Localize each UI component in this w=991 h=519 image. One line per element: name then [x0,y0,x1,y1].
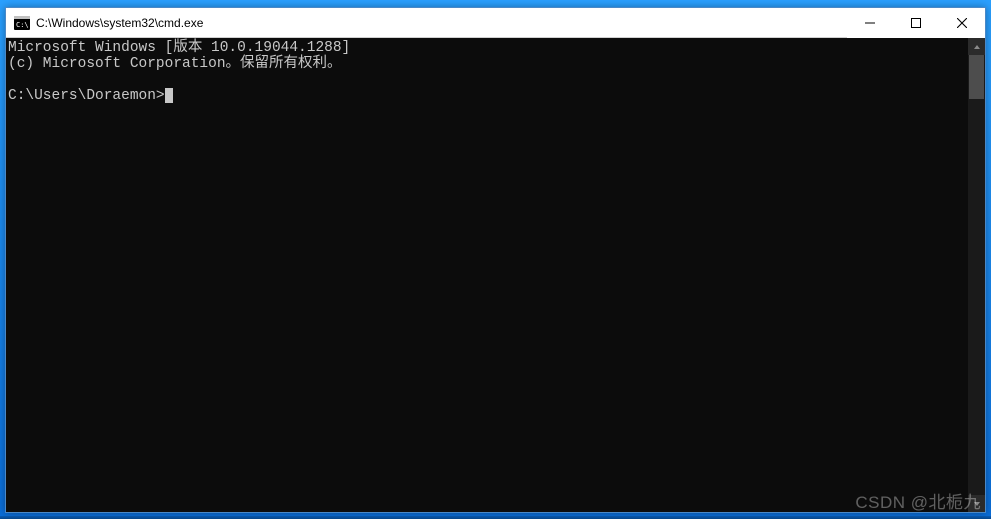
prompt: C:\Users\Doraemon> [8,88,165,104]
window-title: C:\Windows\system32\cmd.exe [36,16,203,30]
scroll-up-button[interactable] [968,38,985,55]
close-button[interactable] [939,8,985,38]
client-area: Microsoft Windows [版本 10.0.19044.1288] (… [6,38,985,512]
scrollbar-thumb[interactable] [969,55,984,99]
titlebar[interactable]: C:\ C:\Windows\system32\cmd.exe [6,8,985,38]
minimize-button[interactable] [847,8,893,38]
output-line: Microsoft Windows [版本 10.0.19044.1288] [8,40,350,56]
desktop-background: C:\ C:\Windows\system32\cmd.exe Microsof… [0,0,991,519]
title-left: C:\ C:\Windows\system32\cmd.exe [6,15,847,31]
maximize-button[interactable] [893,8,939,38]
vertical-scrollbar[interactable] [968,38,985,512]
window-buttons [847,8,985,37]
cmd-icon: C:\ [14,15,30,31]
scroll-down-button[interactable] [968,495,985,512]
terminal-output[interactable]: Microsoft Windows [版本 10.0.19044.1288] (… [6,38,968,512]
cmd-window: C:\ C:\Windows\system32\cmd.exe Microsof… [5,7,986,513]
svg-text:C:\: C:\ [16,21,29,29]
text-cursor [165,88,173,103]
scrollbar-track[interactable] [968,55,985,495]
output-line: (c) Microsoft Corporation。保留所有权利。 [8,56,342,72]
